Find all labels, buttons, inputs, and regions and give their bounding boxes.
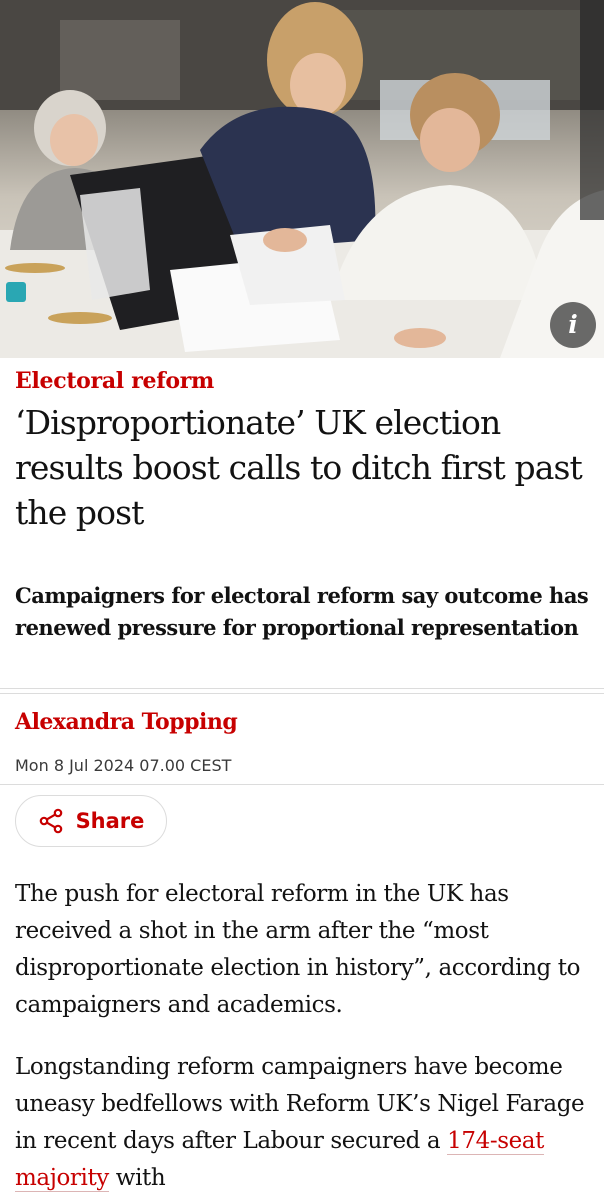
hero-image: i: [0, 0, 604, 358]
divider: [0, 784, 604, 785]
share-label: Share: [75, 809, 145, 833]
divider: [0, 693, 604, 694]
share-icon: [39, 808, 62, 834]
body-paragraph: Longstanding reform campaigners have bec…: [15, 1049, 595, 1197]
article-headline: ‘Disproportionate’ UK election results b…: [15, 403, 583, 532]
divider: [0, 688, 604, 689]
share-button[interactable]: Share: [15, 795, 167, 847]
body-text: with: [108, 1165, 166, 1191]
article-standfirst: Campaigners for electoral reform say out…: [15, 583, 589, 640]
body-paragraph: The push for electoral reform in the UK …: [15, 881, 581, 1018]
publish-date: Mon 8 Jul 2024 07.00 CEST: [15, 756, 232, 775]
section-kicker[interactable]: Electoral reform: [15, 368, 214, 394]
author-byline[interactable]: Alexandra Topping: [15, 709, 238, 735]
info-icon[interactable]: i: [550, 302, 596, 348]
hero-photo: [0, 0, 604, 358]
